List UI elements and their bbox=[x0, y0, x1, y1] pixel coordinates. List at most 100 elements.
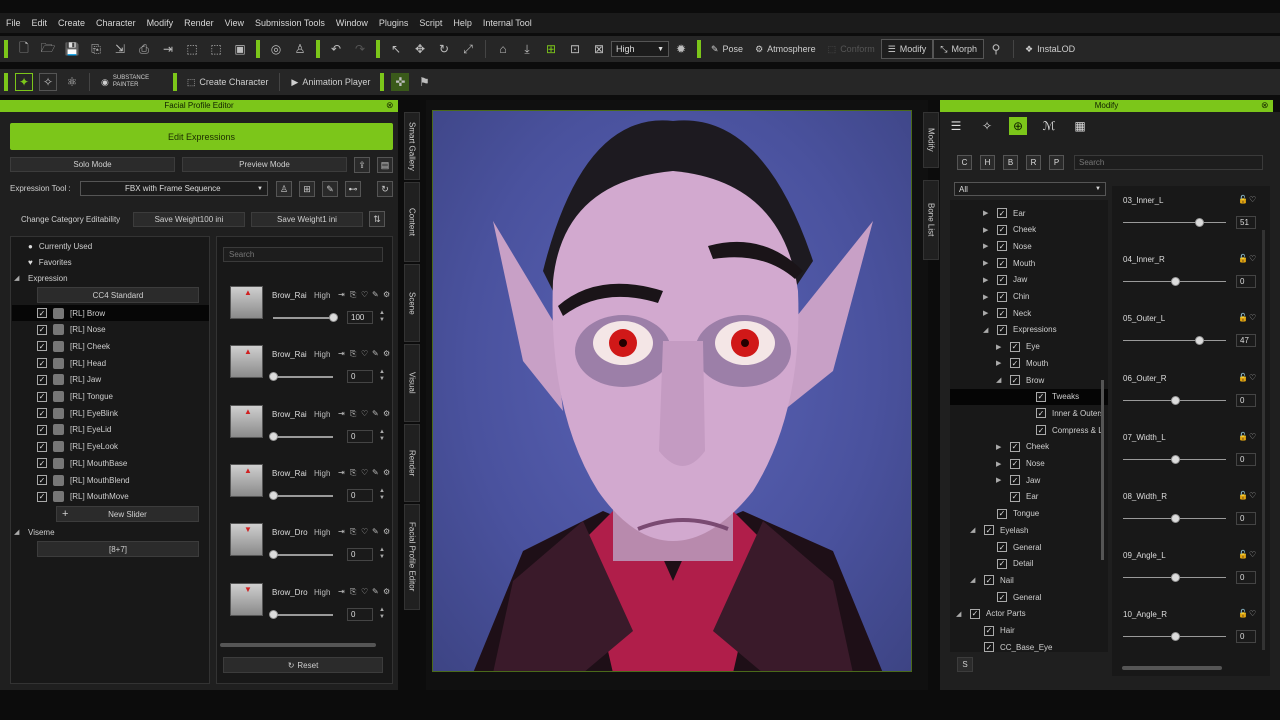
settings-icon[interactable]: ⚙ bbox=[383, 349, 390, 358]
expression-item[interactable]: ✓ [RL] MouthBlend bbox=[12, 472, 209, 488]
lock-icon[interactable]: 🔓 bbox=[1238, 432, 1248, 441]
lock-icon[interactable]: 🔓 bbox=[1238, 313, 1248, 322]
slider-value-input[interactable]: 0 bbox=[347, 548, 373, 562]
edit-expressions-button[interactable]: Edit Expressions bbox=[10, 123, 393, 150]
filter-button-r[interactable]: R bbox=[1026, 155, 1041, 170]
checkbox[interactable]: ✓ bbox=[37, 491, 47, 502]
expression-thumbnail[interactable]: ▲ bbox=[230, 286, 263, 319]
face-tool-icon[interactable]: ✦ bbox=[15, 73, 33, 91]
slider-value-input[interactable]: 0 bbox=[347, 370, 373, 384]
spinner-icon[interactable]: ▲ ▼ bbox=[379, 488, 385, 502]
copy-icon[interactable]: ⎘ bbox=[350, 527, 356, 537]
expression-item[interactable]: ✓ [RL] Tongue bbox=[12, 389, 209, 405]
tab-facial-profile-editor[interactable]: Facial Profile Editor bbox=[404, 504, 420, 610]
undo-icon[interactable]: ↶ bbox=[327, 40, 345, 58]
tree-item[interactable]: ◢ ✓ Actor Parts bbox=[950, 606, 1108, 622]
scene-icon[interactable]: ◎ bbox=[267, 40, 285, 58]
tab-modify[interactable]: Modify bbox=[923, 112, 939, 168]
morph-tab-icon[interactable]: ⊕ bbox=[1009, 117, 1027, 135]
folder-tool-icon[interactable]: ⊞ bbox=[299, 181, 315, 197]
checkbox[interactable]: ✓ bbox=[1010, 358, 1020, 369]
heart-icon[interactable]: ♡ bbox=[1249, 432, 1256, 441]
viseme-group[interactable]: ◢ Viseme bbox=[14, 524, 55, 540]
expression-item[interactable]: ✓ [RL] Brow bbox=[12, 305, 209, 321]
checkbox[interactable]: ✓ bbox=[997, 324, 1007, 335]
expression-thumbnail[interactable]: ▲ bbox=[230, 463, 263, 497]
camera-view-icon[interactable]: ⊠ bbox=[590, 40, 608, 58]
spinner-icon[interactable]: ▲ ▼ bbox=[379, 547, 385, 561]
checkbox[interactable]: ✓ bbox=[37, 341, 47, 352]
morph-slider-knob[interactable] bbox=[1170, 573, 1180, 583]
checkbox[interactable]: ✓ bbox=[37, 441, 47, 452]
export-icon[interactable]: ⇪ bbox=[354, 157, 370, 173]
quality-dropdown[interactable]: High ▼ bbox=[611, 41, 669, 57]
edit-icon[interactable]: ✎ bbox=[372, 468, 379, 477]
checkbox[interactable]: ✓ bbox=[37, 324, 47, 335]
morph-slider-knob[interactable] bbox=[1170, 632, 1180, 642]
tree-item[interactable]: ▶ ✓ Mouth bbox=[950, 355, 1108, 371]
tree-item[interactable]: ✓ General bbox=[950, 539, 1108, 555]
checkbox[interactable]: ✓ bbox=[997, 224, 1007, 235]
flag-icon[interactable]: ⚑ bbox=[415, 73, 433, 91]
character-icon[interactable]: ♙ bbox=[291, 40, 309, 58]
instalod-button[interactable]: ❖ InstaLOD bbox=[1019, 39, 1081, 59]
filter-button-p[interactable]: P bbox=[1049, 155, 1064, 170]
tab-bone-list[interactable]: Bone List bbox=[923, 180, 939, 260]
tree-item[interactable]: ▶ ✓ Nose bbox=[950, 238, 1108, 254]
tree-item[interactable]: ✓ Hair bbox=[950, 623, 1108, 639]
menu-item-view[interactable]: View bbox=[225, 18, 244, 28]
checkbox[interactable]: ✓ bbox=[1036, 391, 1046, 402]
rotate-icon[interactable]: ↻ bbox=[435, 40, 453, 58]
checkbox[interactable]: ✓ bbox=[984, 575, 994, 586]
checkbox[interactable]: ✓ bbox=[1036, 408, 1046, 419]
tree-item[interactable]: ▶ ✓ Chin bbox=[950, 289, 1108, 305]
link-icon[interactable]: ⇥ bbox=[338, 349, 345, 358]
settings-icon[interactable]: ⚙ bbox=[383, 409, 390, 418]
slider-value-input[interactable]: 0 bbox=[347, 429, 373, 443]
morph-slider-track[interactable] bbox=[1123, 340, 1226, 342]
spinner-icon[interactable]: ▲ ▼ bbox=[379, 429, 385, 443]
slider-list-scrollbar[interactable] bbox=[220, 643, 376, 647]
expression-item[interactable]: ✓ [RL] Cheek bbox=[12, 338, 209, 354]
cc4-standard-button[interactable]: CC4 Standard bbox=[37, 287, 199, 303]
slider-track[interactable] bbox=[273, 317, 333, 319]
frame-all-icon[interactable]: ⊡ bbox=[566, 40, 584, 58]
wand-tool-icon[interactable]: ✎ bbox=[322, 181, 338, 197]
3d-viewport[interactable] bbox=[432, 110, 912, 672]
morph-value-input[interactable]: 0 bbox=[1236, 630, 1256, 644]
filter-button-h[interactable]: H bbox=[980, 155, 995, 170]
solo-mode-button[interactable]: Solo Mode bbox=[10, 157, 175, 172]
expression-item[interactable]: ✓ [RL] MouthMove bbox=[12, 489, 209, 505]
expression-item[interactable]: ✓ [RL] Nose bbox=[12, 322, 209, 338]
slider-value-input[interactable]: 0 bbox=[347, 607, 373, 621]
checkbox[interactable]: ✓ bbox=[1010, 458, 1020, 469]
tree-item[interactable]: ◢ ✓ Eyelash bbox=[950, 522, 1108, 538]
heart-icon[interactable]: ♡ bbox=[361, 587, 368, 596]
download-icon[interactable]: ⤓ bbox=[518, 40, 536, 58]
import-icon[interactable]: ⎘ bbox=[87, 40, 105, 58]
checkbox[interactable]: ✓ bbox=[997, 291, 1007, 302]
menu-item-plugins[interactable]: Plugins bbox=[379, 18, 409, 28]
slider-knob[interactable] bbox=[329, 313, 338, 322]
checkbox[interactable]: ✓ bbox=[1010, 341, 1020, 352]
export-fbx-icon[interactable]: ⬚ bbox=[183, 40, 201, 58]
tree-item[interactable]: ✓ Tweaks bbox=[950, 388, 1108, 405]
settings-icon[interactable]: ⚙ bbox=[383, 527, 390, 536]
menu-item-window[interactable]: Window bbox=[336, 18, 368, 28]
menu-item-help[interactable]: Help bbox=[453, 18, 472, 28]
morph-value-input[interactable]: 0 bbox=[1236, 512, 1256, 525]
screenshot-icon[interactable]: ▣ bbox=[231, 40, 249, 58]
select-icon[interactable]: ↖ bbox=[387, 40, 405, 58]
atmosphere-button[interactable]: ⚙ Atmosphere bbox=[749, 39, 822, 59]
link-icon[interactable]: ⇥ bbox=[338, 409, 345, 418]
checkbox[interactable]: ✓ bbox=[997, 208, 1007, 218]
menu-item-create[interactable]: Create bbox=[58, 18, 85, 28]
currently-used-item[interactable]: ● Currently Used bbox=[28, 238, 92, 254]
morph-slider-knob[interactable] bbox=[1170, 454, 1180, 464]
tree-item[interactable]: ◢ ✓ Expressions bbox=[950, 322, 1108, 338]
favorites-item[interactable]: ♥ Favorites bbox=[28, 254, 72, 270]
menu-item-edit[interactable]: Edit bbox=[32, 18, 48, 28]
expression-item[interactable]: ✓ [RL] EyeLook bbox=[12, 439, 209, 455]
export-obj-icon[interactable]: ⬚ bbox=[207, 40, 225, 58]
heart-icon[interactable]: ♡ bbox=[361, 349, 368, 358]
